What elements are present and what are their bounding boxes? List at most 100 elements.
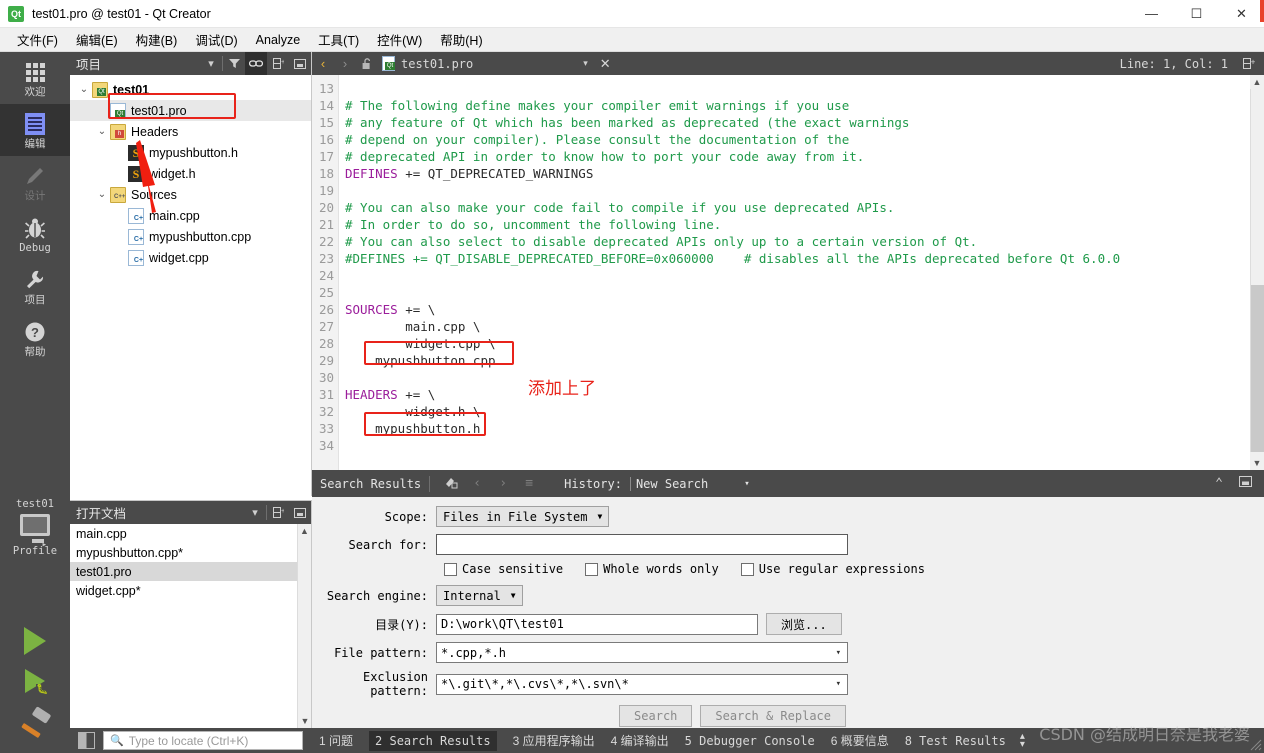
scroll-down-icon[interactable]: ▼ [298, 714, 312, 728]
mode-item-pencil[interactable]: 设计 [0, 156, 70, 208]
history-dropdown-icon[interactable]: ▾ [744, 479, 749, 489]
sidebar-toggle-icon[interactable] [78, 732, 95, 749]
scroll-up-icon[interactable]: ▲ [1250, 75, 1264, 89]
unlock-icon[interactable] [356, 52, 378, 75]
directory-input[interactable]: D:\work\QT\test01 [436, 613, 758, 635]
open-document-item[interactable]: widget.cpp* [70, 581, 311, 600]
play-icon[interactable] [24, 627, 46, 655]
close-panel-icon[interactable] [1232, 476, 1258, 491]
scope-select[interactable]: Files in File System ▼ [436, 506, 610, 527]
checkbox-box[interactable] [585, 562, 599, 576]
split-editor-icon[interactable]: + [1238, 52, 1260, 75]
scroll-up-icon[interactable]: ▲ [298, 524, 311, 538]
code-content[interactable]: 13 14 # The following define makes your co… [312, 75, 1264, 470]
close-file-icon[interactable]: ✕ [600, 56, 611, 72]
tree-item[interactable]: C+ mypushbutton.cpp [70, 226, 311, 247]
clear-icon[interactable] [438, 475, 464, 493]
navigate-forward-icon[interactable]: › [334, 52, 356, 75]
output-pane-tab[interactable]: 8 Test Results [905, 734, 1006, 748]
file-pattern-input[interactable]: *.cpp,*.h ▾ [436, 642, 848, 663]
funnel-icon[interactable] [223, 52, 245, 75]
chevron-down-icon[interactable]: ▾ [836, 679, 841, 689]
output-pane-tab[interactable]: 4 编译输出 [611, 732, 669, 749]
mode-item-grid[interactable]: 欢迎 [0, 52, 70, 104]
close-button[interactable]: ✕ [1219, 0, 1264, 28]
menu-analyze[interactable]: Analyze [247, 30, 309, 50]
search-button[interactable]: Search [619, 705, 693, 727]
tree-item[interactable]: C+ main.cpp [70, 205, 311, 226]
prev-result-icon[interactable]: ‹ [464, 476, 490, 491]
tree-item[interactable]: ⌄ Qt test01 [70, 79, 311, 100]
editor-scrollbar[interactable]: ▲ ▼ [1250, 75, 1264, 470]
menu-help[interactable]: 帮助(H) [431, 27, 491, 52]
editor-scroll-thumb[interactable] [1250, 285, 1264, 452]
output-pane-arrows-icon[interactable]: ▴ ▾ [1020, 731, 1025, 749]
chevron-down-icon[interactable]: ⌄ [76, 84, 92, 95]
tree-item[interactable]: C+ widget.cpp [70, 247, 311, 268]
minimize-button[interactable]: — [1129, 0, 1174, 28]
search-replace-button[interactable]: Search & Replace [700, 705, 846, 727]
kit-selector[interactable]: test01 ▸ Profile [0, 498, 70, 557]
menu-file[interactable]: 文件(F) [8, 27, 67, 52]
hammer-icon[interactable] [20, 706, 52, 739]
open-document-item[interactable]: test01.pro [70, 562, 311, 581]
filter-dropdown-icon[interactable]: ▾ [200, 52, 222, 75]
menu-tools[interactable]: 工具(T) [309, 27, 368, 52]
current-file-indicator[interactable]: Qt test01.pro ▾ ✕ [382, 56, 611, 72]
engine-select[interactable]: Internal ▼ [436, 585, 523, 606]
grid-icon [25, 60, 45, 84]
collapse-panel-icon[interactable] [289, 52, 311, 75]
expand-all-icon[interactable]: ≡ [516, 476, 542, 491]
tree-item[interactable]: Qt test01.pro [70, 100, 311, 121]
collapse-icon[interactable]: ⌃ [1206, 476, 1232, 491]
whole-words-checkbox[interactable]: Whole words only [585, 562, 719, 576]
tree-item[interactable]: Swidget.h [70, 163, 311, 184]
menu-build[interactable]: 构建(B) [127, 27, 187, 52]
tree-item[interactable]: ⌄ C++ Sources [70, 184, 311, 205]
case-sensitive-checkbox[interactable]: Case sensitive [444, 562, 563, 576]
browse-button[interactable]: 浏览... [766, 613, 842, 635]
code-line-text: widget.cpp \ [345, 336, 496, 351]
mode-item-question[interactable]: ? 帮助 [0, 312, 70, 364]
menu-edit[interactable]: 编辑(E) [67, 27, 127, 52]
output-pane-tab[interactable]: 5 Debugger Console [685, 734, 815, 748]
code-editor[interactable]: 13 14 # The following define makes your co… [312, 75, 1264, 470]
output-pane-tab[interactable]: 1 问题 [319, 732, 353, 749]
chevron-down-icon[interactable]: ⌄ [94, 126, 110, 137]
history-value[interactable]: New Search [629, 476, 708, 491]
search-for-input[interactable] [436, 534, 848, 555]
resize-grip-icon[interactable] [1250, 739, 1262, 751]
chevron-down-icon[interactable]: ▾ [836, 648, 841, 658]
locator-input[interactable]: 🔍 Type to locate (Ctrl+K) [103, 731, 303, 750]
link-icon[interactable] [245, 52, 267, 75]
close-split-icon[interactable] [289, 501, 311, 524]
split-icon[interactable]: + [267, 52, 289, 75]
tree-item[interactable]: ⌄ h Headers [70, 121, 311, 142]
checkbox-box[interactable] [740, 562, 754, 576]
dropdown-icon[interactable]: ▾ [244, 501, 266, 524]
docs-scrollbar[interactable]: ▲ ▼ [297, 524, 311, 728]
maximize-button[interactable]: ☐ [1174, 0, 1219, 28]
tree-item[interactable]: Smypushbutton.h [70, 142, 311, 163]
chevron-down-icon[interactable]: ▾ [583, 58, 588, 69]
regex-checkbox[interactable]: Use regular expressions [740, 562, 925, 576]
mode-item-wrench[interactable]: 项目 [0, 260, 70, 312]
exclusion-input[interactable]: *\.git\*,*\.cvs\*,*\.svn\* ▾ [436, 673, 848, 695]
scroll-down-icon[interactable]: ▼ [1250, 456, 1264, 470]
menu-debug[interactable]: 调试(D) [186, 27, 246, 52]
mode-item-document[interactable]: 编辑 [0, 104, 70, 156]
next-result-icon[interactable]: › [490, 476, 516, 491]
mode-item-bug[interactable]: Debug [0, 208, 70, 260]
checkbox-label: Case sensitive [462, 562, 564, 576]
output-pane-tab[interactable]: 2 Search Results [369, 730, 497, 751]
chevron-down-icon[interactable]: ⌄ [94, 189, 110, 200]
checkbox-box[interactable] [444, 562, 457, 576]
play-debug-icon[interactable]: 🐛 [25, 669, 48, 695]
navigate-back-icon[interactable]: ‹ [312, 52, 334, 75]
open-document-item[interactable]: main.cpp [70, 524, 311, 543]
split-icon[interactable]: + [267, 501, 289, 524]
output-pane-tab[interactable]: 3 应用程序输出 [513, 732, 595, 749]
output-pane-tab[interactable]: 6 概要信息 [831, 732, 889, 749]
menu-widget[interactable]: 控件(W) [368, 27, 431, 52]
open-document-item[interactable]: mypushbutton.cpp* [70, 543, 311, 562]
